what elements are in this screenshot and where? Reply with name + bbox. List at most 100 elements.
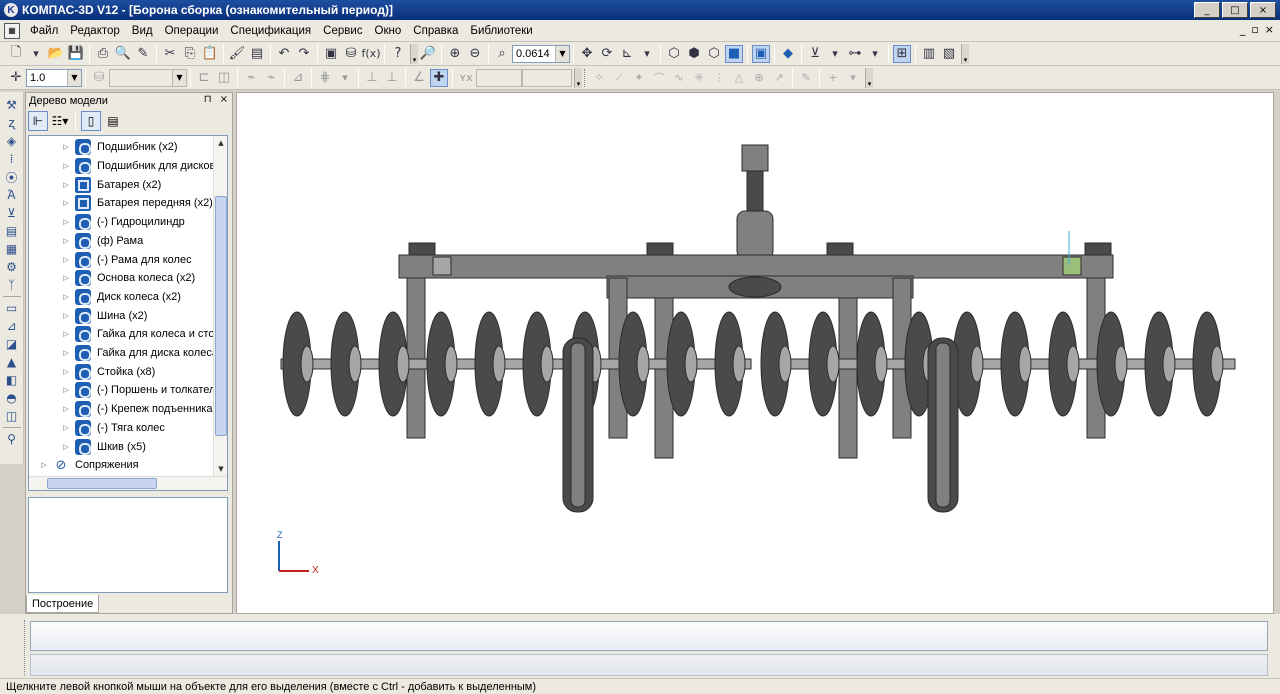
tree-vertical-scrollbar[interactable]: ▲ ▼ [213, 136, 227, 476]
hidden-lines-thin-icon[interactable]: ⬡ [705, 45, 723, 63]
panel-grip[interactable] [24, 620, 27, 676]
toolbar-options-4-icon[interactable]: ▾ [865, 67, 873, 88]
tree-view-mode-icon[interactable]: ☷▾ [50, 111, 70, 131]
menu-service[interactable]: Сервис [317, 25, 368, 37]
halftone-outline-icon[interactable]: ▣ [752, 44, 770, 63]
show-structure-icon[interactable]: ▯ [81, 111, 101, 131]
chevron-down-icon[interactable]: ▼ [67, 69, 81, 86]
expand-icon[interactable]: ▷ [61, 199, 71, 207]
cut-icon[interactable]: ✂ [161, 45, 179, 63]
scroll-up-icon[interactable]: ▲ [214, 136, 227, 150]
expand-icon[interactable]: ▷ [61, 443, 71, 451]
spatial-curves-icon[interactable]: ʐ [3, 115, 21, 131]
format-painter-icon[interactable]: 🖌 [228, 45, 246, 63]
menu-libraries[interactable]: Библиотеки [464, 25, 538, 37]
library-icon[interactable]: ⛁ [342, 45, 360, 63]
zoom-in-icon[interactable]: ⊕ [446, 45, 464, 63]
expand-icon[interactable]: ▷ [61, 405, 71, 413]
zoom-dynamic-icon[interactable]: ⌕ [493, 45, 511, 63]
new-document-icon[interactable]: 🗋 [7, 45, 25, 63]
chevron-down-icon[interactable]: ▼ [555, 45, 569, 62]
tree-item[interactable]: ▷ Батарея (х2) [61, 175, 161, 194]
harrow-assembly-model[interactable] [237, 93, 1274, 614]
wireframe-icon[interactable]: ⬡ [665, 45, 683, 63]
tree-item[interactable]: ▷ Стойка (х8) [61, 362, 155, 381]
menu-view[interactable]: Вид [126, 25, 159, 37]
expand-icon[interactable]: ▷ [61, 312, 71, 320]
tree-item[interactable]: ▷ Батарея передняя (х2) [61, 194, 213, 213]
arrays-icon[interactable]: ⁞ [3, 151, 21, 167]
expand-icon[interactable]: ▷ [61, 424, 71, 432]
pan-icon[interactable]: ✥ [578, 45, 596, 63]
expand-icon[interactable]: ▷ [61, 143, 71, 151]
tree-item[interactable]: ▷ Основа колеса (х2) [61, 269, 195, 288]
step-cursor-icon[interactable]: ✛ [7, 69, 25, 87]
tab-construction[interactable]: Построение [26, 595, 100, 613]
expand-icon[interactable]: ▷ [61, 386, 71, 394]
doc-restore-button[interactable]: ▫ [1251, 23, 1258, 36]
step-combo[interactable]: 1.0 ▼ [26, 68, 82, 87]
filter-dropdown-icon[interactable]: ▾ [826, 45, 844, 63]
elements-icon[interactable]: ⚙ [3, 259, 21, 275]
expand-icon[interactable]: ▷ [61, 218, 71, 226]
filter-toolbar-icon[interactable]: ⊻ [3, 205, 21, 221]
zoom-out-icon[interactable]: ⊖ [466, 45, 484, 63]
display-icon[interactable]: ᛉ [3, 277, 21, 293]
specification-icon[interactable]: ▤ [3, 223, 21, 239]
document-icon[interactable]: ▦ [4, 22, 20, 39]
menu-file[interactable]: Файл [24, 25, 64, 37]
undo-icon[interactable]: ↶ [275, 45, 293, 63]
layers-icon[interactable]: ◫ [3, 408, 21, 424]
tree-item[interactable]: ▷ Шина (х2) [61, 306, 147, 325]
expand-icon[interactable]: ▷ [39, 461, 49, 469]
save-icon[interactable]: 💾 [67, 45, 85, 63]
compact-panel-icon[interactable]: ▧ [940, 45, 958, 63]
parameters-icon[interactable]: ▥ [920, 45, 938, 63]
paste-icon[interactable]: 📋 [201, 45, 219, 63]
zoom-window-icon[interactable]: 🔎 [419, 45, 437, 63]
scroll-thumb[interactable] [47, 478, 157, 489]
filter-icon[interactable]: ⊻ [806, 45, 824, 63]
show-dropdown-icon[interactable]: ▾ [866, 45, 884, 63]
open-folder-icon[interactable]: 📂 [47, 45, 65, 63]
tree-item[interactable]: ▷ (-) Крепеж подъенника [61, 400, 213, 419]
tree-item[interactable]: ▷ Диск колеса (х2) [61, 288, 181, 307]
zoom-scale-combo[interactable]: 0.0614 ▼ [512, 44, 570, 63]
new-dropdown-icon[interactable]: ▾ [27, 45, 45, 63]
doc-minimize-button[interactable]: _ [1240, 23, 1246, 36]
toolbar-options-icon[interactable]: ▾ [410, 43, 418, 64]
sheet-metal-icon[interactable]: ▭ [3, 300, 21, 316]
orientation-dropdown-icon[interactable]: ▾ [638, 45, 656, 63]
properties-icon[interactable]: ▤ [248, 45, 266, 63]
reports-icon[interactable]: ▦ [3, 241, 21, 257]
tree-item[interactable]: ▷ (-) Тяга колес [61, 419, 165, 438]
expand-icon[interactable]: ▷ [61, 162, 71, 170]
expand-icon[interactable]: ▷ [61, 330, 71, 338]
menu-window[interactable]: Окно [369, 25, 408, 37]
minimize-button[interactable]: _ [1194, 2, 1220, 18]
print-icon[interactable]: ⎙ [94, 45, 112, 63]
tree-item[interactable]: ▷ Подшибник для дисков [61, 157, 215, 176]
expand-icon[interactable]: ▷ [61, 368, 71, 376]
tree-item[interactable]: ▷ Шкив (х5) [61, 437, 146, 456]
menu-specification[interactable]: Спецификация [224, 25, 317, 37]
snap-toggle-icon[interactable]: ✚ [430, 68, 448, 87]
doc-close-button[interactable]: × [1265, 23, 1274, 36]
stamp-icon[interactable]: ◪ [3, 336, 21, 352]
toolbar-options-2-icon[interactable]: ▾ [961, 43, 969, 64]
pin-icon[interactable]: ⊓ [204, 94, 212, 105]
hidden-lines-icon[interactable]: ⬢ [685, 45, 703, 63]
shell-icon[interactable]: ◓ [3, 390, 21, 406]
scroll-thumb[interactable] [215, 196, 227, 436]
model-viewport[interactable]: Z X [236, 92, 1274, 614]
spellcheck-icon[interactable]: ✎ [134, 45, 152, 63]
expand-icon[interactable]: ▷ [61, 181, 71, 189]
orientation-icon[interactable]: ⊾ [618, 45, 636, 63]
tree-item[interactable]: ▷ ⊘ Сопряжения [39, 456, 138, 475]
expand-icon[interactable]: ▷ [61, 349, 71, 357]
pipe-icon[interactable]: ◧ [3, 372, 21, 388]
tree-horizontal-scrollbar[interactable] [29, 476, 227, 490]
bend-icon[interactable]: ⊿ [3, 318, 21, 334]
surfaces-icon[interactable]: ◈ [3, 133, 21, 149]
property-panel-secondary[interactable] [30, 654, 1268, 676]
